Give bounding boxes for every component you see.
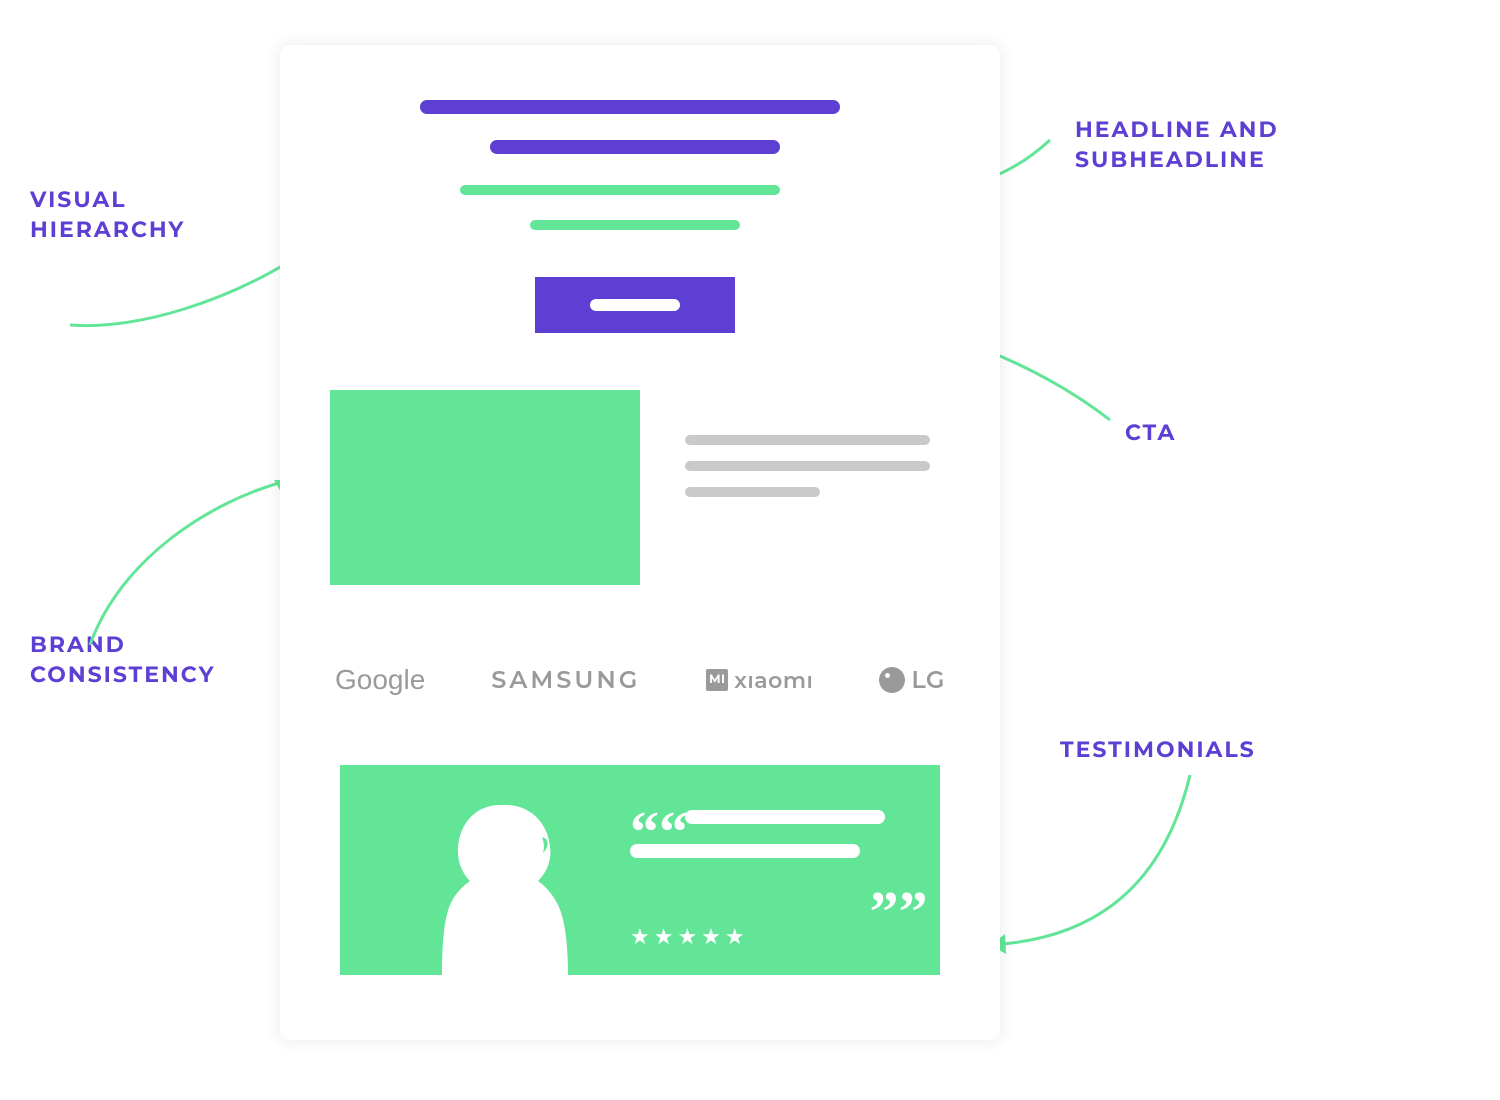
subheadline-line-2: [530, 220, 740, 230]
brand-logo-samsung: SAMSUNG: [491, 666, 640, 695]
body-line: [685, 461, 930, 471]
testimonial-card: ““ „„ ★★★★★: [340, 765, 940, 975]
label-brand-consistency: BRAND CONSISTENCY: [30, 630, 215, 689]
lg-text: LG: [911, 666, 945, 695]
body-text-placeholder: [685, 435, 930, 513]
brand-logos-row: Google SAMSUNG MI xıaomı LG: [335, 655, 945, 705]
cta-button[interactable]: [535, 277, 735, 333]
label-testimonials: TESTIMONIALS: [1060, 735, 1256, 765]
quote-line: [630, 844, 860, 858]
body-line: [685, 487, 820, 497]
brand-logo-xiaomi: MI xıaomı: [706, 667, 813, 694]
label-cta: CTA: [1125, 418, 1176, 448]
lg-icon: [879, 667, 905, 693]
headline-line-1: [420, 100, 840, 114]
diagram-stage: VISUAL HIERARCHY BRAND CONSISTENCY HEADL…: [0, 0, 1500, 1100]
brand-logo-lg: LG: [879, 666, 945, 695]
xiaomi-icon: MI: [706, 669, 728, 691]
avatar-silhouette-icon: [410, 785, 590, 975]
headline-line-2: [490, 140, 780, 154]
xiaomi-text: xıaomı: [734, 667, 813, 694]
cta-button-label-placeholder: [590, 299, 680, 311]
subheadline-line-1: [460, 185, 780, 195]
rating-stars: ★★★★★: [630, 923, 749, 950]
wireframe-card: Google SAMSUNG MI xıaomı LG ““ „„ ★★★★★: [280, 45, 1000, 1040]
label-headline-subheadline: HEADLINE AND SUBHEADLINE: [1075, 115, 1279, 174]
label-visual-hierarchy: VISUAL HIERARCHY: [30, 185, 185, 244]
hero-image-placeholder: [330, 390, 640, 585]
body-line: [685, 435, 930, 445]
testimonial-quote-lines: [630, 810, 910, 878]
quote-line: [685, 810, 885, 824]
quote-close-icon: „„: [870, 865, 928, 900]
brand-logo-google: Google: [335, 664, 425, 696]
